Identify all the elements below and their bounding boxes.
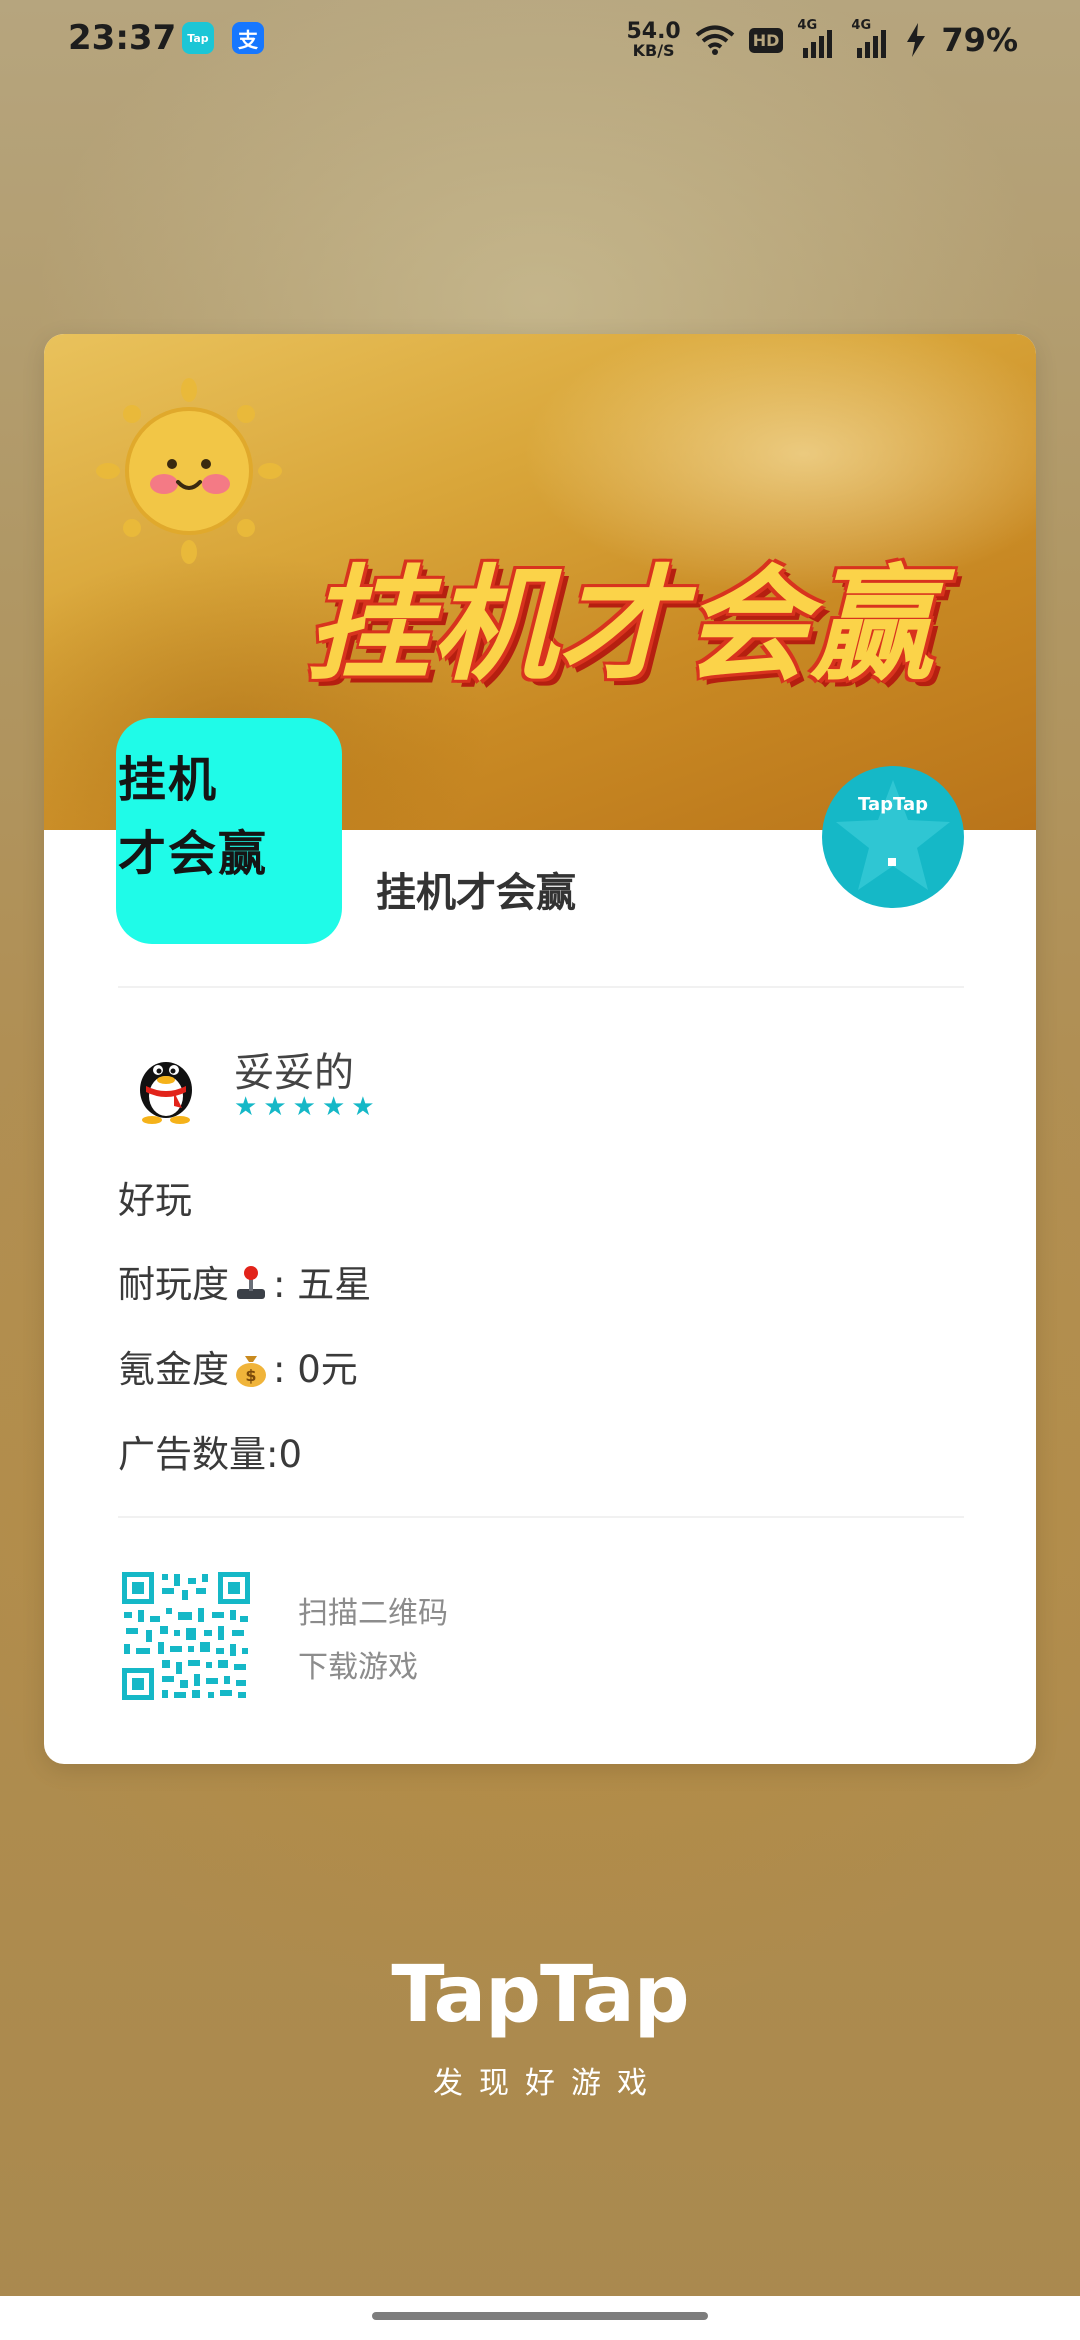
alipay-app-icon-label: 支 [238,27,258,52]
hd-icon: HD [748,27,784,53]
game-icon[interactable]: 挂机 才会赢 [116,718,342,944]
star-icon: ★ [321,1092,346,1122]
star-watermark-icon [836,780,950,890]
battery-percent: 79% [941,21,1018,59]
star-icon: ★ [263,1092,287,1122]
star-icon: ★ [351,1092,375,1122]
review-ads-line: 广告数量:0 [118,1433,303,1476]
durability-label: 耐玩度 [118,1263,229,1306]
game-name[interactable]: 挂机才会赢 [376,860,576,918]
status-time: 23:37 [68,18,177,58]
review-comment: 好玩 [118,1179,192,1222]
spending-label: 氪金度 [118,1348,229,1391]
spending-colon: : [273,1348,298,1391]
qr-instruction-line1: 扫描二维码 [298,1596,448,1631]
taptap-app-icon-label: Tap [187,31,209,45]
spending-value: 0元 [297,1348,358,1391]
avatar[interactable] [124,1040,208,1124]
network-speed-value: 54.0 [626,19,681,44]
review-username[interactable]: 妥妥的 [234,1040,354,1098]
svg-text:$: $ [245,1366,256,1385]
star-icon: ★ [234,1092,258,1122]
review-durability-line: 耐玩度 : 五星 [118,1254,371,1308]
taptap-badge-label: TapTap [858,794,928,815]
qr-code [122,1572,250,1700]
game-icon-text-line2: 才会赢 [118,826,269,882]
durability-colon: : [273,1263,298,1306]
rating-stars: ★ ★ ★ ★ ★ [234,1094,375,1120]
network-speed-unit: KB/S [632,41,675,60]
durability-value: 五星 [297,1263,372,1306]
wifi-icon [695,25,735,55]
banner-title: 挂机才会赢 [306,554,937,698]
hd-label: HD [752,30,780,50]
review-spending-line: 氪金度 $ : 0元 [118,1339,358,1393]
navigation-bar [0,2296,1080,2340]
taptap-slogan: 发现好游戏 [433,2066,663,2101]
taptap-logo: TapTap [391,1950,689,2040]
divider-bottom [118,1516,964,1518]
share-card: 挂机才会赢 挂机 才会赢 挂机才会赢 TapTap 妥妥的 ★ ★ ★ ★ ★ … [44,334,1036,1764]
charging-icon [907,23,926,57]
taptap-badge: TapTap [822,766,964,908]
divider-top [118,986,964,988]
alipay-app-icon: 支 [232,22,264,54]
game-icon-text-line1: 挂机 [118,752,219,808]
money-bag-icon: $ [236,1356,266,1387]
network-speed: 54.0 KB/S [626,21,680,59]
qr-instruction-line2: 下载游戏 [298,1650,418,1685]
signal-icon: 4G [797,18,837,58]
joystick-icon [237,1266,265,1299]
taptap-app-icon: Tap [182,22,214,54]
signal-icon: 4G [851,18,891,58]
sun-face-icon [96,378,282,564]
status-indicators: 54.0 KB/S HD 4G 4G 79% [626,14,1018,66]
status-bar: 23:37 Tap 支 54.0 KB/S HD 4G 4G 79% [0,0,1080,80]
badge-dot [888,858,896,866]
star-icon: ★ [292,1092,316,1122]
home-indicator[interactable] [372,2312,708,2320]
